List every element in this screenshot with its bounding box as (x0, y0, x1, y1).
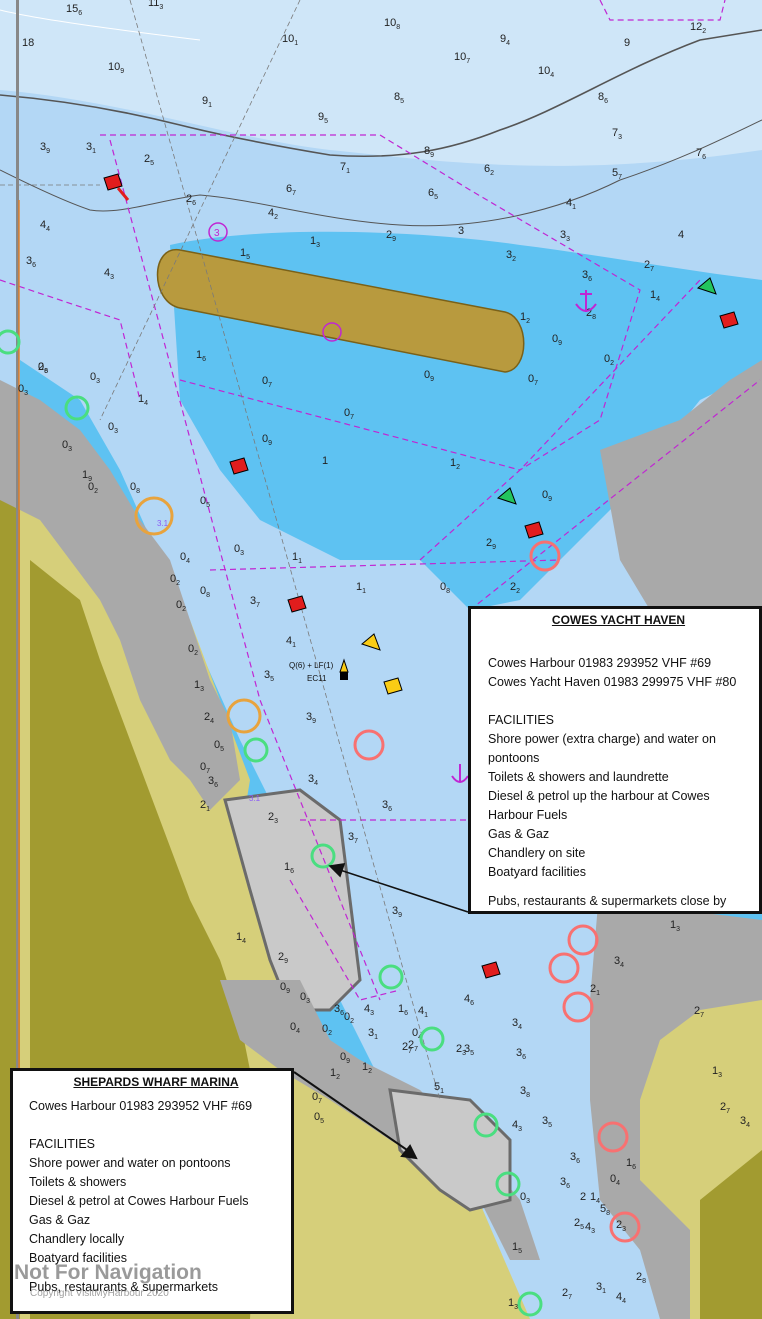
contact-line: Cowes Harbour 01983 293952 VHF #69 (488, 656, 712, 670)
contact-line: Cowes Harbour 01983 293952 VHF #69 (29, 1099, 253, 1113)
facility-item: Chandlery on site (488, 846, 586, 860)
depth-sounding: 18 (22, 37, 34, 49)
facility-item: Shore power and water on pontoons (29, 1156, 231, 1170)
facility-item: Chandlery locally (29, 1232, 125, 1246)
area-code: 3.1 (249, 794, 261, 803)
depth-sounding: 1 (322, 455, 328, 467)
light-characteristic: Q(6) + LF(1) (289, 661, 334, 670)
facilities-heading: FACILITIES (488, 713, 554, 727)
facility-item: Shore power (extra charge) and water on … (488, 732, 716, 765)
facility-item: Diesel & petrol at Cowes Harbour Fuels (29, 1194, 249, 1208)
facilities-heading: FACILITIES (29, 1137, 95, 1151)
watermark: Not For Navigation (14, 1261, 202, 1284)
facility-item: Gas & Gaz (29, 1213, 91, 1227)
area-code: 3.1 (157, 519, 169, 528)
buoy-name: EC11 (307, 674, 327, 683)
facility-item: Toilets & showers and laundrette (488, 770, 669, 784)
info-box-title: COWES YACHT HAVEN (551, 613, 686, 627)
depth-sounding: 3 (458, 225, 464, 237)
facility-item: Boatyard facilities (488, 865, 586, 879)
cowes-yacht-haven-info-box: COWES YACHT HAVEN Cowes Harbour 01983 29… (468, 606, 762, 914)
depth-sounding: 28 (636, 1271, 646, 1285)
facilities-footer: Pubs, restaurants & supermarkets close b… (488, 894, 727, 908)
depth-sounding: 31 (596, 1281, 606, 1295)
facility-item: Toilets & showers (29, 1175, 127, 1189)
info-box-title: SHEPARDS WHARF MARINA (73, 1075, 239, 1089)
depth-sounding: 44 (616, 1291, 626, 1305)
facility-item: Diesel & petrol up the harbour at Cowes … (488, 789, 710, 822)
restricted-area-number: 3 (214, 228, 220, 239)
depth-sounding: 2 (580, 1191, 586, 1203)
scale-bar-orange (18, 200, 20, 1200)
depth-sounding: 4 (678, 229, 684, 241)
contact-line: Cowes Yacht Haven 01983 299975 VHF #80 (488, 675, 737, 689)
copyright-notice: Copyright VisitMyHarbour 2020 (30, 1288, 169, 1299)
facility-item: Gas & Gaz (488, 827, 550, 841)
depth-sounding: 9 (624, 37, 630, 49)
